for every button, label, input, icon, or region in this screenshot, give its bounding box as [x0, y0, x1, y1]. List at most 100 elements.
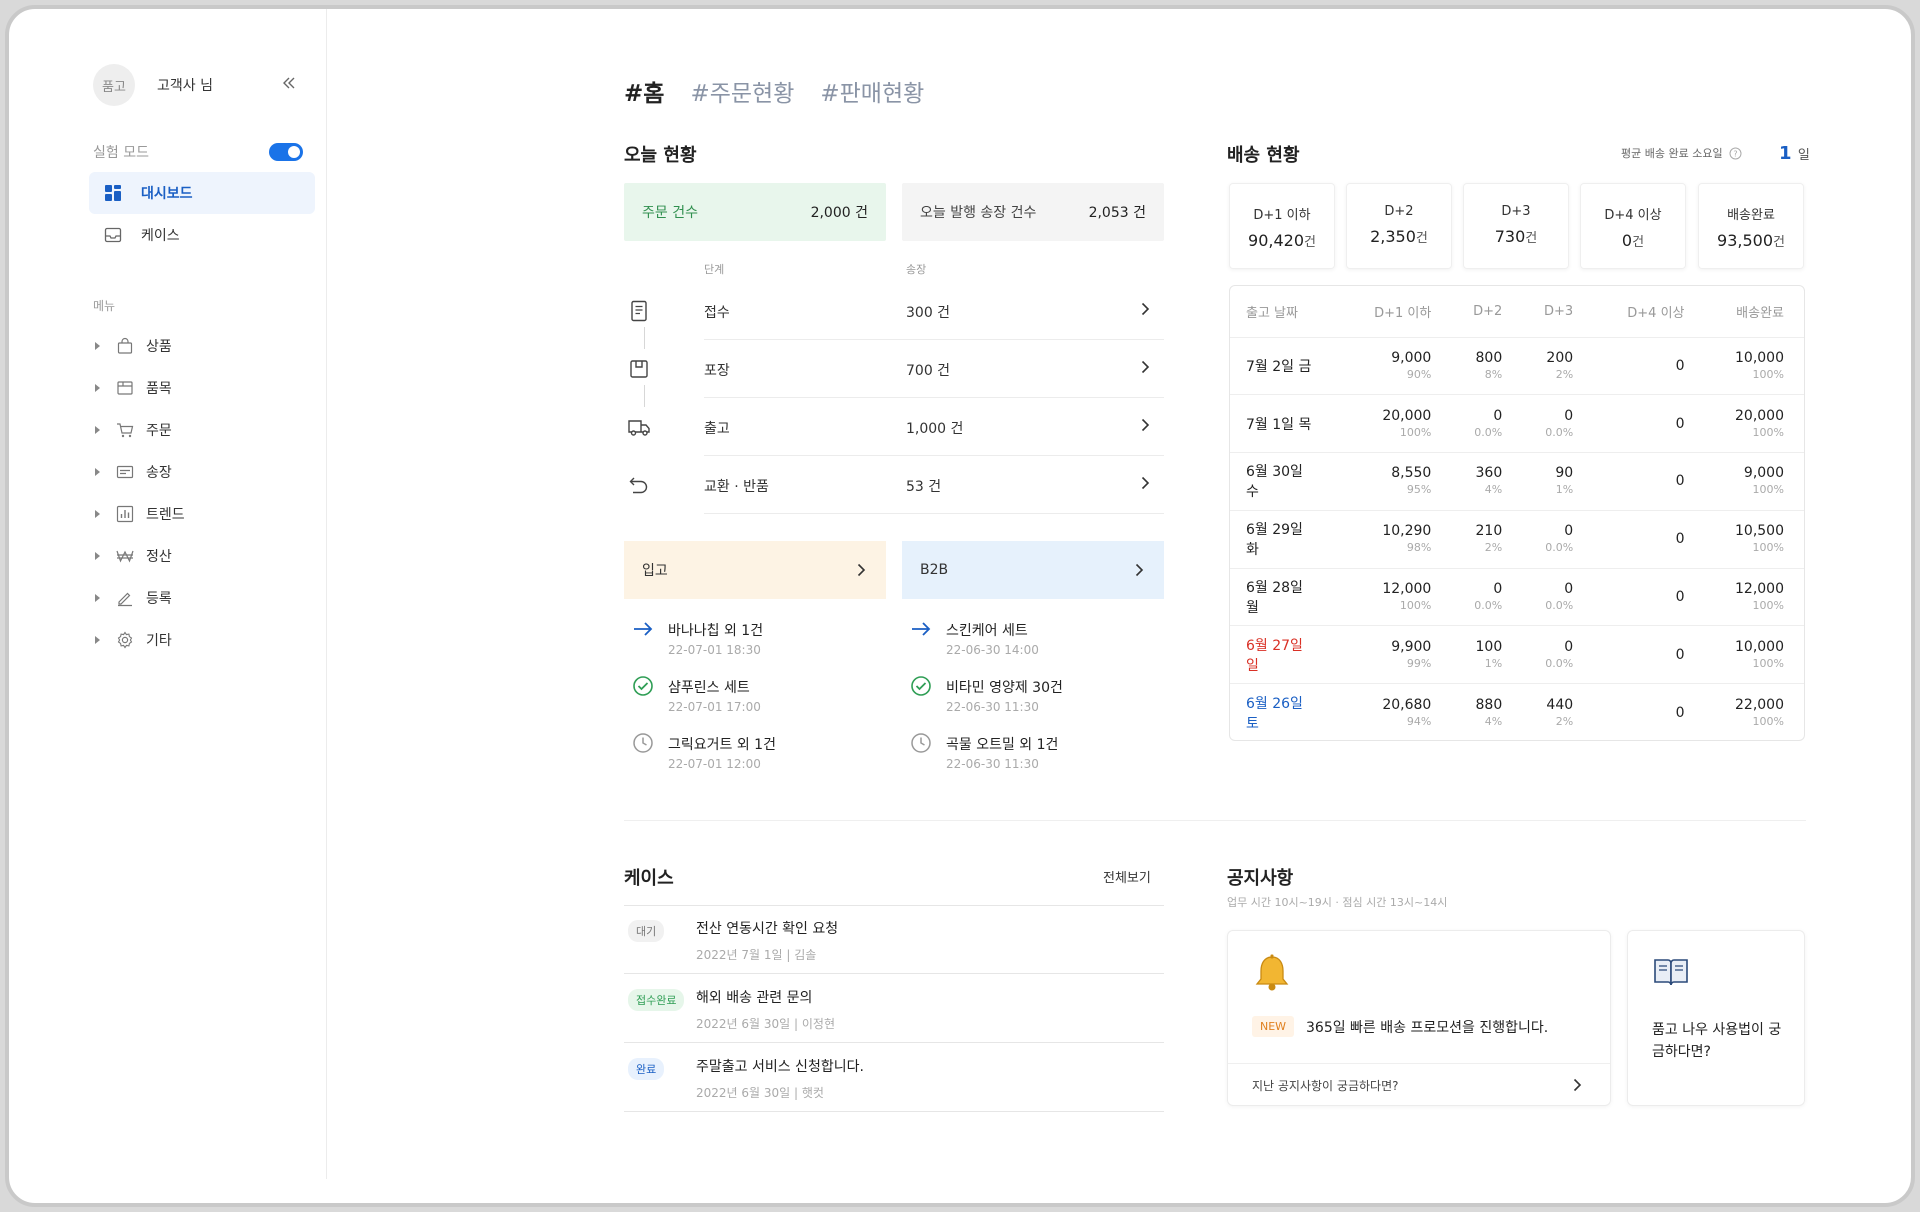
inbound-feed-item[interactable]: 샴푸린스 세트 22-07-01 17:00	[624, 675, 884, 731]
cell-percent: 0.0%	[1545, 425, 1574, 439]
page-tabs: #홈 #주문현황 #판매현황	[624, 74, 924, 108]
d4-cell: 0	[1675, 704, 1685, 721]
menu-item-label: 주문	[146, 423, 172, 439]
d2-cell: 210 2%	[1451, 510, 1523, 569]
chevron-right-icon	[857, 563, 866, 577]
sidebar-item-dashboard[interactable]: 대시보드	[89, 172, 315, 214]
b2b-button[interactable]: B2B	[902, 541, 1164, 599]
sidebar-item-cases[interactable]: 케이스	[89, 214, 315, 256]
case-row[interactable]: 접수완료 해외 배송 관련 문의 2022년 6월 30일 | 이정현	[624, 975, 1164, 1043]
cell-value: 90	[1555, 465, 1574, 482]
table-row[interactable]: 6월 26일 토 20,680 94% 880 4% 440 2% 0 22,000 100%	[1230, 684, 1804, 740]
nav-main: 대시보드 케이스	[89, 172, 315, 256]
case-row[interactable]: 완료 주말출고 서비스 신청합니다. 2022년 6월 30일 | 햇컷	[624, 1044, 1164, 1112]
sidebar-item-invoices[interactable]: 송장	[95, 451, 315, 493]
d1-cell: 20,680 94%	[1340, 684, 1451, 740]
step-row-return[interactable]: 교환 · 반품 53 건	[624, 456, 1164, 514]
cell-percent: 2%	[1555, 714, 1574, 728]
done-cell: 10,000 100%	[1704, 337, 1804, 396]
d1-cell: 8,550 95%	[1340, 452, 1452, 511]
clock-icon	[632, 732, 654, 754]
guide-card[interactable]: 품고 나우 사용법이 궁금하다면?	[1627, 930, 1805, 1106]
tab-sales-status[interactable]: #판매현황	[820, 74, 924, 108]
help-icon[interactable]: ?	[1729, 147, 1742, 160]
feed-time: 22-06-30 11:30	[946, 757, 1039, 771]
caret-right-icon	[95, 468, 100, 476]
cell-value: 10,500	[1735, 523, 1784, 540]
orders-count-value: 2,000 건	[810, 205, 868, 221]
tab-order-status[interactable]: #주문현황	[690, 74, 794, 108]
case-meta: 2022년 7월 1일 | 김솔	[696, 948, 817, 962]
done-cell: 12,000 100%	[1704, 568, 1804, 627]
step-row-shipping[interactable]: 출고 1,000 건	[624, 398, 1164, 456]
feed-title: 스킨케어 세트	[946, 623, 1028, 639]
table-row[interactable]: 7월 2일 금 9,000 90% 800 8% 200 2% 0 10,000 100%	[1230, 337, 1804, 396]
delivery-card-value: 2,350	[1370, 227, 1416, 246]
cell-value: 880	[1475, 696, 1503, 713]
profile-name: 고객사 님	[157, 78, 213, 94]
table-row[interactable]: 6월 28일 월 12,000 100% 0 0.0% 0 0.0% 0 12,000 100%	[1230, 568, 1804, 627]
sidebar-item-products[interactable]: 상품	[95, 325, 315, 367]
sidebar-item-register[interactable]: 등록	[95, 577, 315, 619]
step-row-received[interactable]: 접수 300 건	[624, 282, 1164, 340]
tab-home[interactable]: #홈	[624, 74, 664, 108]
cell-percent: 8%	[1484, 367, 1503, 381]
profile[interactable]: 품고 고객사 님	[93, 64, 213, 106]
b2b-feed-item[interactable]: 곡물 오트밀 외 1건 22-06-30 11:30	[902, 732, 1162, 788]
collapse-sidebar-icon[interactable]	[281, 75, 297, 91]
menu-item-label: 정산	[146, 549, 172, 565]
inbound-button[interactable]: 입고	[624, 541, 886, 599]
feed-time: 22-07-01 18:30	[668, 643, 761, 657]
avatar: 품고	[93, 64, 135, 106]
delivery-card-label: D+1 이하	[1253, 208, 1311, 223]
feed-time: 22-07-01 17:00	[668, 700, 761, 714]
see-all-link[interactable]: 전체보기	[1103, 867, 1151, 886]
d1-cell: 10,290 98%	[1340, 510, 1452, 569]
sidebar-item-trends[interactable]: 트렌드	[95, 493, 315, 535]
sidebar-item-orders[interactable]: 주문	[95, 409, 315, 451]
table-row[interactable]: 6월 30일 수 8,550 95% 360 4% 90 1% 0 9,000 100%	[1230, 452, 1804, 511]
delivery-card-unit: 건	[1304, 235, 1316, 250]
step-row-packing[interactable]: 포장 700 건	[624, 340, 1164, 398]
cell-percent: 100%	[1752, 425, 1784, 439]
status-badge: 접수완료	[628, 989, 685, 1011]
past-notices-link[interactable]: 지난 공지사항이 궁금하다면?	[1252, 1077, 1398, 1094]
avg-delivery-days: 평균 배송 완료 소요일 ?	[1621, 145, 1742, 161]
d1-cell: 9,000 90%	[1340, 337, 1452, 396]
test-mode-label: 실험 모드	[93, 145, 149, 161]
invoices-count-card: 오늘 발행 송장 건수 2,053 건	[902, 183, 1164, 241]
table-row[interactable]: 7월 1일 목 20,000 100% 0 0.0% 0 0.0% 0 20,000 100%	[1230, 394, 1804, 454]
ship-date-cell: 6월 26일 토	[1246, 695, 1303, 732]
dashboard-icon	[103, 183, 123, 203]
test-mode-toggle[interactable]	[269, 143, 303, 161]
table-row[interactable]: 6월 29일 화 10,290 98% 210 2% 0 0.0% 0 10,500 100%	[1230, 510, 1804, 569]
sidebar-item-etc[interactable]: 기타	[95, 619, 315, 661]
menu-list: 상품 품목 주문 송장 트렌드 정산 등록 기타	[95, 325, 315, 661]
delivery-card-unit: 건	[1415, 231, 1428, 246]
sidebar-item-settlement[interactable]: 정산	[95, 535, 315, 577]
delivery-card-label: D+3	[1501, 204, 1531, 219]
cell-value: 10,000	[1735, 349, 1784, 366]
ship-date-cell: 6월 30일 수	[1230, 452, 1340, 511]
feed-time: 22-07-01 12:00	[668, 757, 761, 771]
sidebar-item-items[interactable]: 품목	[95, 367, 315, 409]
b2b-feed-item[interactable]: 비타민 영양제 30건 22-06-30 11:30	[902, 675, 1162, 731]
chevron-right-icon	[1141, 418, 1150, 432]
cell-value: 0	[1564, 638, 1574, 655]
b2b-feed-item[interactable]: 스킨케어 세트 22-06-30 14:00	[902, 618, 1162, 674]
ship-date-cell: 7월 1일 목	[1230, 394, 1340, 454]
cell-value: 20,000	[1735, 407, 1784, 424]
column-header-invoice: 송장	[906, 263, 927, 276]
cell-value: 0	[1564, 523, 1574, 540]
notice-card[interactable]: NEW 365일 빠른 배송 프로모션을 진행합니다. 지난 공지사항이 궁금하…	[1227, 930, 1611, 1106]
table-row[interactable]: 6월 27일 일 9,900 99% 100 1% 0 0.0% 0 10,000 100%	[1230, 625, 1804, 685]
inbound-feed-item[interactable]: 바나나칩 외 1건 22-07-01 18:30	[624, 618, 884, 674]
caret-right-icon	[95, 342, 100, 350]
inbound-feed-item[interactable]: 그릭요거트 외 1건 22-07-01 12:00	[624, 732, 884, 788]
caret-right-icon	[95, 636, 100, 644]
cell-value: 210	[1475, 523, 1503, 540]
case-row[interactable]: 대기 전산 연동시간 확인 요청 2022년 7월 1일 | 김솔	[624, 906, 1164, 974]
done-cell: 10,500 100%	[1704, 510, 1804, 569]
cell-percent: 0.0%	[1545, 656, 1574, 670]
delivery-card-d1: D+1 이하 90,420건	[1229, 183, 1335, 269]
